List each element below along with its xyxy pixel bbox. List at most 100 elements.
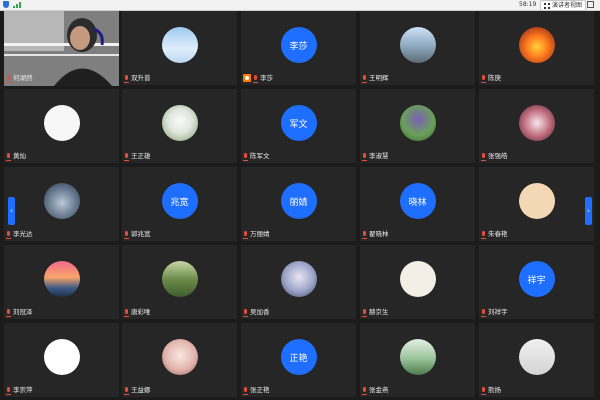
participant-nameplate: 唐彩唯 bbox=[124, 307, 151, 317]
participant-gallery: 何湖然 双升普 李莎 李莎 王明辉 陈庚 黄灿 王正雄 军文 陈军文 李淑慧 张强皓 李光达 兆宽 郭兆宽丽… bbox=[0, 11, 600, 400]
avatar-image bbox=[399, 339, 436, 375]
participant-nameplate: 双升普 bbox=[124, 73, 151, 83]
avatar-image bbox=[518, 27, 555, 63]
chevron-left-icon: ‹ bbox=[10, 207, 13, 215]
participant-name: 翟晓林 bbox=[369, 230, 389, 238]
participant-tile[interactable]: 刘冠泽 bbox=[4, 245, 119, 319]
participant-tile[interactable]: 王正雄 bbox=[122, 89, 237, 163]
mic-muted-icon bbox=[6, 308, 11, 317]
avatar-image bbox=[161, 339, 198, 375]
participant-name: 王益娜 bbox=[131, 386, 151, 394]
mic-muted-icon bbox=[124, 74, 129, 83]
mic-muted-icon bbox=[6, 386, 11, 395]
participant-nameplate: 陈庚 bbox=[481, 73, 501, 83]
participant-nameplate: 王益娜 bbox=[124, 385, 151, 395]
mic-muted-icon bbox=[481, 230, 486, 239]
participant-tile[interactable]: 陈庚 bbox=[479, 11, 594, 85]
participant-tile[interactable]: 李崇萍 bbox=[4, 323, 119, 397]
mic-muted-icon bbox=[481, 386, 486, 395]
participant-name: 张正艳 bbox=[250, 386, 270, 394]
avatar-image bbox=[399, 261, 436, 297]
participant-nameplate: 熊扬 bbox=[481, 385, 501, 395]
participant-name: 唐彩唯 bbox=[131, 308, 151, 316]
avatar-image bbox=[518, 183, 555, 219]
participant-name: 吴加香 bbox=[250, 308, 270, 316]
participant-name: 王明辉 bbox=[369, 74, 389, 82]
participant-nameplate: 刘冠泽 bbox=[6, 307, 33, 317]
participant-tile[interactable]: 王明辉 bbox=[360, 11, 475, 85]
participant-name: 李莎 bbox=[260, 74, 273, 82]
fullscreen-icon[interactable] bbox=[587, 1, 594, 8]
participant-name: 郭兆宽 bbox=[131, 230, 151, 238]
mic-muted-icon bbox=[481, 308, 486, 317]
meeting-timer: 58:19 bbox=[519, 1, 537, 8]
avatar-image bbox=[161, 105, 198, 141]
participant-nameplate: 朱春艳 bbox=[481, 229, 508, 239]
participant-tile[interactable]: 熊扬 bbox=[479, 323, 594, 397]
participant-name: 赫京生 bbox=[369, 308, 389, 316]
avatar-image bbox=[399, 27, 436, 63]
participant-name: 刘祥宇 bbox=[488, 308, 508, 316]
participant-tile[interactable]: 兆宽郭兆宽 bbox=[122, 167, 237, 241]
participant-tile[interactable]: 吴加香 bbox=[241, 245, 356, 319]
speaker-view-button[interactable]: 演讲者视图 bbox=[540, 0, 587, 11]
participant-tile[interactable]: 何湖然 bbox=[4, 11, 119, 86]
avatar-image bbox=[43, 183, 80, 219]
next-page-button[interactable]: › bbox=[585, 197, 592, 225]
mic-muted-icon bbox=[243, 308, 248, 317]
participant-tile[interactable]: 王益娜 bbox=[122, 323, 237, 397]
previous-page-button[interactable]: ‹ bbox=[8, 197, 15, 225]
mic-muted-icon bbox=[481, 74, 486, 83]
avatar-image bbox=[518, 105, 555, 141]
participant-name: 何湖然 bbox=[13, 74, 33, 82]
participant-tile[interactable]: 赫京生 bbox=[360, 245, 475, 319]
participant-name: 刘冠泽 bbox=[13, 308, 33, 316]
mic-muted-icon bbox=[243, 230, 248, 239]
speaker-view-label: 演讲者视图 bbox=[552, 2, 583, 9]
top-status-bar: 58:19 演讲者视图 bbox=[0, 0, 600, 11]
participant-name: 熊扬 bbox=[488, 386, 501, 394]
participant-nameplate: 吴加香 bbox=[243, 307, 270, 317]
mic-muted-icon bbox=[6, 230, 11, 239]
avatar-initials: 军文 bbox=[280, 105, 317, 141]
avatar-initials: 兆宽 bbox=[161, 183, 198, 219]
mic-muted-icon bbox=[481, 152, 486, 161]
participant-tile[interactable]: 李光达 bbox=[4, 167, 119, 241]
participant-name: 双升普 bbox=[131, 74, 151, 82]
avatar-initials: 祥宇 bbox=[518, 261, 555, 297]
participant-tile[interactable]: 晓林翟晓林 bbox=[360, 167, 475, 241]
participant-nameplate: 翟晓林 bbox=[362, 229, 389, 239]
avatar-image bbox=[280, 261, 317, 297]
participant-tile[interactable]: 张金燕 bbox=[360, 323, 475, 397]
participant-tile[interactable]: 祥宇刘祥宇 bbox=[479, 245, 594, 319]
participant-name: 李崇萍 bbox=[13, 386, 33, 394]
participant-tile[interactable]: 军文 陈军文 bbox=[241, 89, 356, 163]
participant-nameplate: 郭兆宽 bbox=[124, 229, 151, 239]
participant-tile[interactable]: 朱春艳 bbox=[479, 167, 594, 241]
participant-name: 李淑慧 bbox=[369, 152, 389, 160]
participant-nameplate: 陈军文 bbox=[243, 151, 270, 161]
participant-tile[interactable]: 双升普 bbox=[122, 11, 237, 85]
signal-strength-icon bbox=[13, 2, 21, 8]
avatar-initials: 晓林 bbox=[399, 183, 436, 219]
participant-nameplate: 张金燕 bbox=[362, 385, 389, 395]
avatar-image bbox=[43, 105, 80, 141]
participant-nameplate: 李光达 bbox=[6, 229, 33, 239]
participant-tile[interactable]: 唐彩唯 bbox=[122, 245, 237, 319]
participant-tile[interactable]: 张强皓 bbox=[479, 89, 594, 163]
avatar-image bbox=[43, 339, 80, 375]
participant-name: 张金燕 bbox=[369, 386, 389, 394]
avatar-image bbox=[161, 27, 198, 63]
participant-tile[interactable]: 李淑慧 bbox=[360, 89, 475, 163]
avatar-image bbox=[518, 339, 555, 375]
participant-name: 王正雄 bbox=[131, 152, 151, 160]
participant-name: 张强皓 bbox=[488, 152, 508, 160]
participant-nameplate: 王正雄 bbox=[124, 151, 151, 161]
participant-tile[interactable]: 丽婧 万丽婧 bbox=[241, 167, 356, 241]
mic-muted-icon bbox=[124, 230, 129, 239]
participant-name: 万丽婧 bbox=[250, 230, 270, 238]
participant-tile[interactable]: 正艳 张正艳 bbox=[241, 323, 356, 397]
mic-muted-icon bbox=[362, 152, 367, 161]
participant-tile[interactable]: 李莎 李莎 bbox=[241, 11, 356, 85]
participant-tile[interactable]: 黄灿 bbox=[4, 89, 119, 163]
